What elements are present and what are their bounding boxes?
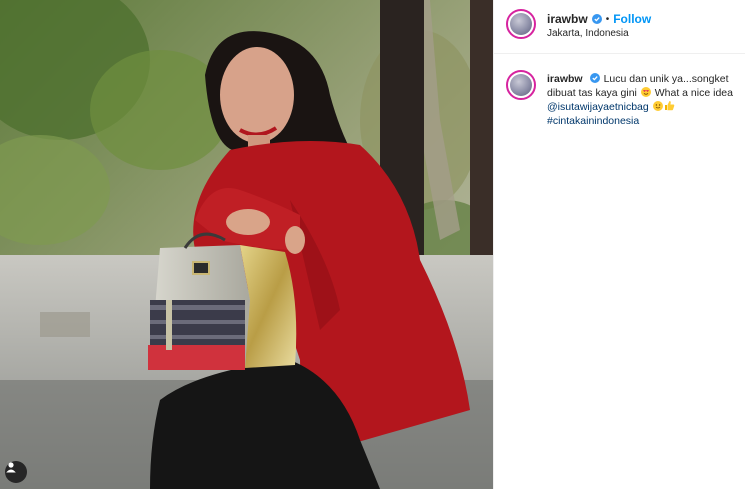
caption-username[interactable]: irawbw: [547, 73, 583, 85]
mention-link[interactable]: @isutawijayaetnicbag: [547, 101, 649, 113]
hashtag-link[interactable]: #cintakainindonesia: [547, 115, 639, 127]
username-line: irawbw • Follow: [547, 12, 651, 26]
post-header: irawbw • Follow Jakarta, Indonesia: [494, 0, 745, 54]
caption-avatar[interactable]: [506, 70, 536, 100]
caption-body-2: What a nice idea: [654, 86, 733, 99]
post-side-panel: irawbw • Follow Jakarta, Indonesia irawb…: [493, 0, 745, 489]
caption-text: irawbw Lucu dan unik ya...songket dibuat …: [547, 73, 743, 128]
user-tag-button[interactable]: [5, 461, 27, 483]
post-photo[interactable]: [0, 0, 493, 489]
avatar[interactable]: [506, 9, 536, 39]
location-link[interactable]: Jakarta, Indonesia: [547, 28, 629, 39]
user-tag-icon: [6, 462, 16, 473]
photo-illustration: [0, 0, 493, 489]
verified-badge-icon: [589, 73, 600, 83]
smiling-face-emoji: [652, 101, 663, 111]
separator: •: [605, 13, 610, 25]
username-link[interactable]: irawbw: [547, 12, 588, 26]
follow-button[interactable]: Follow: [613, 12, 651, 26]
verified-badge-icon: [591, 14, 602, 24]
thumbs-up-emoji: [664, 100, 675, 111]
heart-eyes-emoji: [640, 86, 651, 97]
